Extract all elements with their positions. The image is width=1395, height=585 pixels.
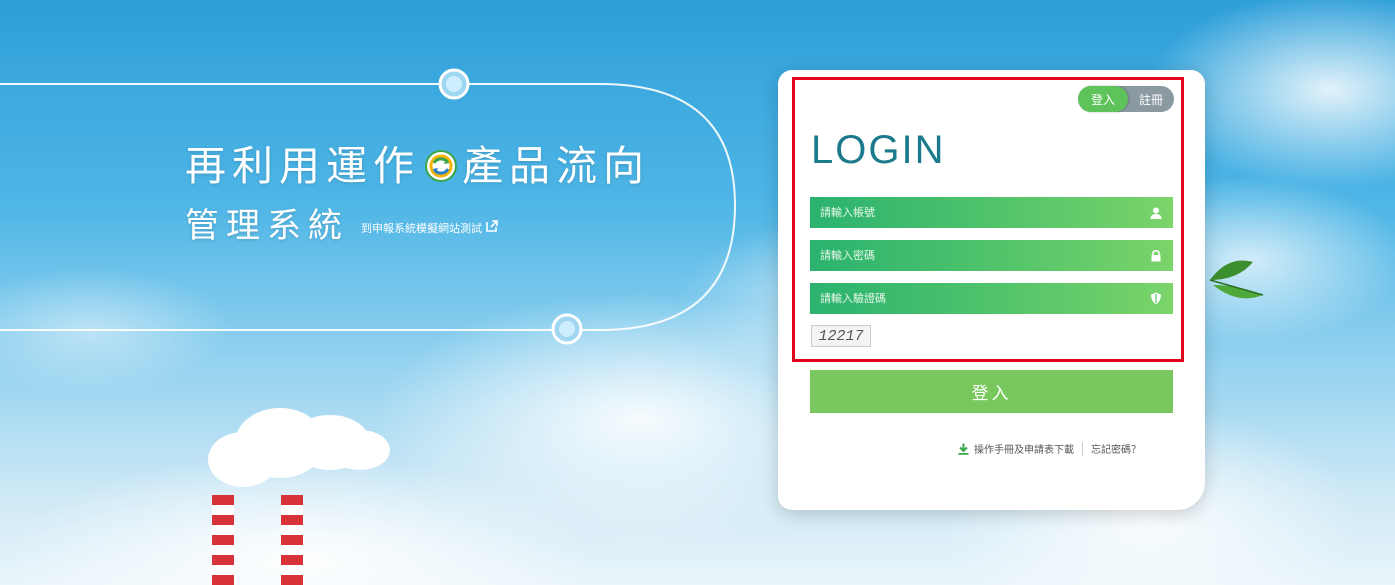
password-input[interactable] bbox=[820, 249, 1149, 262]
login-heading: LOGIN bbox=[811, 128, 946, 172]
account-field bbox=[810, 197, 1173, 228]
forgot-password-link[interactable]: 忘記密碼？ bbox=[1091, 441, 1141, 456]
tab-login[interactable]: 登入 bbox=[1078, 86, 1128, 112]
manual-download-link[interactable]: 操作手冊及申請表下載 bbox=[958, 441, 1074, 456]
auth-tab-toggle: 登入 註冊 bbox=[1078, 86, 1174, 112]
login-submit-button[interactable]: 登入 bbox=[810, 370, 1173, 413]
password-field bbox=[810, 240, 1173, 271]
chimney bbox=[212, 495, 234, 585]
user-icon bbox=[1149, 206, 1163, 220]
divider bbox=[1082, 441, 1083, 456]
test-site-link-label: 到申報系統模擬網站測試 bbox=[361, 221, 482, 235]
captcha-field bbox=[810, 283, 1173, 314]
manual-download-label: 操作手冊及申請表下載 bbox=[974, 445, 1074, 456]
title-sub: 管理系統 bbox=[185, 206, 349, 246]
external-link-icon bbox=[486, 220, 498, 235]
lock-icon bbox=[1149, 249, 1163, 263]
recycle-icon bbox=[424, 145, 458, 182]
captcha-image[interactable]: 12217 bbox=[811, 325, 871, 347]
captcha-input[interactable] bbox=[820, 292, 1149, 305]
test-site-link[interactable]: 到申報系統模擬網站測試 bbox=[361, 220, 498, 236]
system-title: 再利用運作 產品流向 管理系統 到申報系統模擬網站測試 bbox=[185, 132, 650, 247]
shield-icon bbox=[1149, 292, 1163, 306]
chimney bbox=[281, 495, 303, 585]
title-main-part1: 再利用運作 bbox=[185, 142, 420, 190]
leaf-decoration bbox=[1209, 260, 1264, 299]
footer-links: 操作手冊及申請表下載 忘記密碼？ bbox=[958, 441, 1141, 456]
title-main: 再利用運作 產品流向 bbox=[185, 132, 650, 192]
download-icon bbox=[958, 443, 969, 455]
tab-register[interactable]: 註冊 bbox=[1128, 91, 1174, 108]
account-input[interactable] bbox=[820, 206, 1149, 219]
smoke-cloud bbox=[330, 430, 390, 470]
title-main-part2: 產品流向 bbox=[462, 142, 650, 190]
